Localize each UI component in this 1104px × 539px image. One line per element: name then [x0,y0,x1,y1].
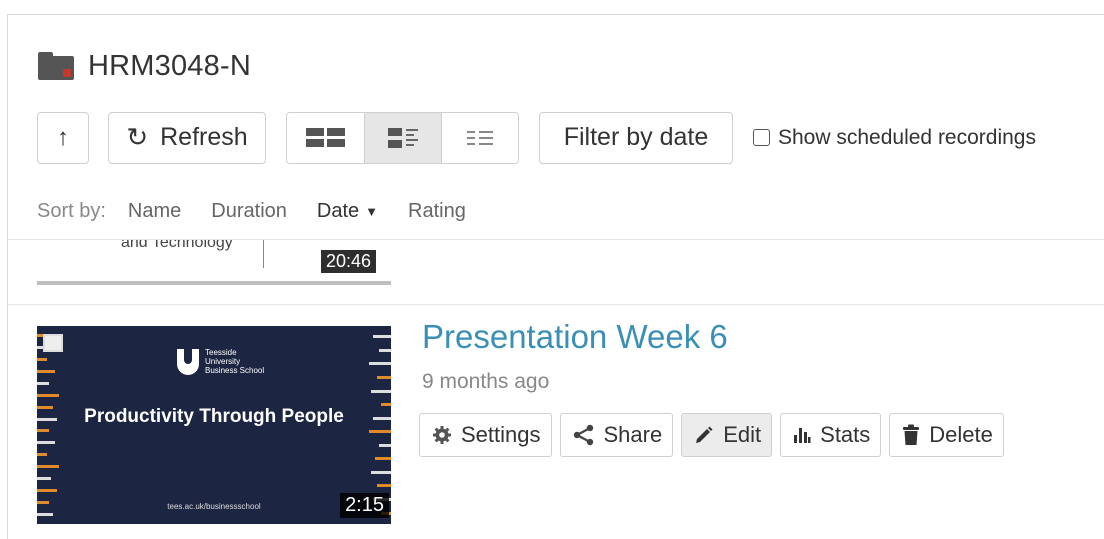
up-button[interactable]: ↑ [37,111,89,164]
sort-option-name[interactable]: Name [128,200,181,223]
share-label: Share [603,422,663,447]
refresh-button[interactable]: ↻ Refresh [108,111,266,164]
arrow-up-icon: ↑ [57,123,69,151]
show-scheduled-label: Show scheduled recordings [778,125,1036,149]
settings-label: Settings [461,422,541,447]
gear-icon [432,425,452,445]
stats-button[interactable]: Stats [780,413,882,457]
sort-option-duration[interactable]: Duration [211,200,287,223]
folder-icon [38,52,74,80]
divider [8,304,1104,305]
list-view-button[interactable] [441,112,518,163]
refresh-label: Refresh [160,123,248,151]
grid-icon [306,128,345,147]
thumbnail-title: Productivity Through People [84,406,344,427]
pencil-icon [694,425,714,445]
thumbnail-square [43,334,63,352]
duration-badge: 20:46 [321,250,377,273]
view-mode-group [286,111,519,164]
delete-button[interactable]: Delete [889,413,1004,457]
toolbar: ↑ ↻ Refresh Filter by date Show schedule… [37,111,1036,164]
delete-label: Delete [929,422,993,447]
settings-button[interactable]: Settings [419,413,552,457]
edit-label: Edit [723,422,762,447]
thumbnail-view-button[interactable] [287,112,364,163]
thumbnail-text: and Technology [121,240,233,251]
university-logo-text: Teesside University Business School [205,348,265,375]
share-button[interactable]: Share [559,413,674,457]
caret-down-icon: ▼ [365,203,379,219]
show-scheduled-toggle[interactable]: Show scheduled recordings [753,126,1036,150]
duration-badge: 2:15 [340,493,389,518]
sort-label: Sort by: [37,199,106,222]
stats-label: Stats [820,422,871,447]
folder-header: HRM3048-N [38,46,251,86]
sort-option-date-label: Date [316,199,360,222]
filter-by-date-button[interactable]: Filter by date [539,111,733,164]
recording-thumbnail[interactable]: Teesside University Business School Prod… [37,326,391,524]
folder-name: HRM3048-N [88,49,251,82]
sort-option-rating[interactable]: Rating [408,200,466,223]
recording-thumbnail[interactable]: and Technology 20:46 [37,240,391,285]
edit-button[interactable]: Edit [681,413,773,457]
bar-chart-icon [793,426,811,444]
recording-actions: Settings Share Edit Stats Delete [419,413,1004,457]
recording-age: 9 months ago [422,370,550,393]
show-scheduled-checkbox[interactable] [753,129,770,146]
detail-view-button[interactable] [364,112,441,163]
university-logo: Teesside University Business School [177,348,265,375]
refresh-icon: ↻ [126,122,149,152]
detail-list-icon [388,127,418,148]
recording-title-link[interactable]: Presentation Week 6 [422,318,728,356]
sort-bar: Sort by: Name Duration Date ▼ Rating [37,196,496,226]
share-icon [573,424,595,446]
sort-option-date[interactable]: Date ▼ [317,200,378,223]
list-icon [467,130,493,145]
thumbnail-url: tees.ac.uk/businessschool [167,502,261,511]
trash-icon [902,424,920,446]
